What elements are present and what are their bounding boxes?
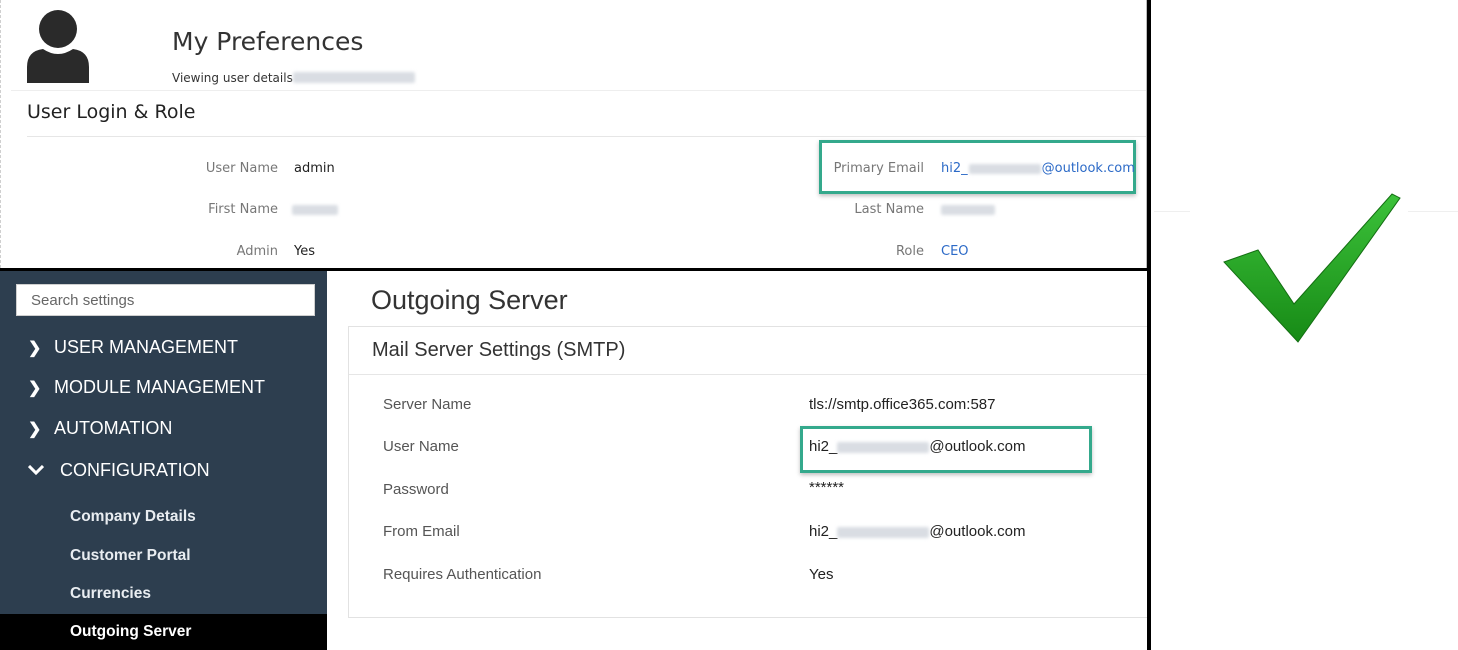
faint-divider [1408,211,1458,212]
chevron-right-icon: ❯ [28,339,42,357]
redacted-last-name [941,205,995,215]
nav-user-management[interactable]: ❯ USER MANAGEMENT [28,337,238,358]
server-name-label: Server Name [383,396,472,413]
chevron-down-icon [27,462,50,480]
server-name-value: tls://smtp.office365.com:587 [809,396,996,413]
sidebar-item-currencies[interactable]: Currencies [0,576,327,612]
requires-auth-label: Requires Authentication [383,566,542,583]
redacted-email [968,163,1041,174]
user-name-value: admin [294,161,335,176]
first-name-label: First Name [208,202,278,217]
sidebar-item-customer-portal[interactable]: Customer Portal [0,538,327,574]
last-name-label: Last Name [854,202,924,217]
smtp-user-name-label: User Name [383,438,459,455]
primary-email-value[interactable]: hi2_ @outlook.com [941,161,1135,176]
email-prefix: hi2_ [809,438,838,455]
preferences-panel: My Preferences Viewing user details User… [0,0,1149,268]
from-email-label: From Email [383,523,460,540]
nav-label: CONFIGURATION [60,460,210,480]
chevron-right-icon: ❯ [28,420,42,438]
redacted-email [837,526,930,538]
nav-configuration[interactable]: CONFIGURATION [27,460,210,481]
smtp-user-name-value: hi2_ @outlook.com [809,438,1025,455]
requires-auth-value: Yes [809,566,834,583]
email-suffix: @outlook.com [929,523,1026,540]
card-title: Mail Server Settings (SMTP) [372,339,626,361]
email-prefix: hi2_ [941,161,968,176]
role-label: Role [895,244,924,259]
redacted-first-name [292,205,338,215]
faint-divider [1154,211,1190,212]
outgoing-server-title: Outgoing Server [371,285,568,315]
sidebar-item-company-details[interactable]: Company Details [0,499,327,535]
redacted-email [837,441,930,453]
checkmark-icon [1223,193,1401,343]
outgoing-server-content: Outgoing Server Mail Server Settings (SM… [327,271,1148,650]
page-title: My Preferences [172,27,364,56]
nav-module-management[interactable]: ❯ MODULE MANAGEMENT [28,377,265,398]
settings-sidebar: ❯ USER MANAGEMENT ❯ MODULE MANAGEMENT ❯ … [0,271,327,650]
card-divider [349,374,1148,375]
chevron-right-icon: ❯ [28,379,42,397]
viewing-user-label: Viewing user details [172,71,293,85]
nav-label: USER MANAGEMENT [54,337,239,357]
email-suffix: @outlook.com [929,438,1026,455]
admin-value: Yes [294,244,315,259]
from-email-value: hi2_ @outlook.com [809,523,1025,540]
role-value[interactable]: CEO [941,244,969,259]
nav-automation[interactable]: ❯ AUTOMATION [28,418,172,439]
sidebar-item-outgoing-server[interactable]: Outgoing Server [0,614,327,650]
nav-label: MODULE MANAGEMENT [54,377,266,397]
email-prefix: hi2_ [809,523,838,540]
user-avatar-icon [27,10,89,83]
primary-email-label: Primary Email [833,161,924,176]
password-value: ****** [809,479,845,496]
password-label: Password [383,481,449,498]
panel-divider-vertical [1147,0,1151,650]
section-title: User Login & Role [27,101,196,123]
admin-label: Admin [236,244,278,259]
search-settings-input[interactable] [16,284,315,316]
redacted-user-name [293,72,415,83]
email-suffix: @outlook.com [1041,161,1135,176]
user-name-label: User Name [205,161,278,176]
smtp-settings-card: Mail Server Settings (SMTP) Server Name … [348,326,1148,618]
nav-label: AUTOMATION [54,418,173,438]
section-divider [27,136,1149,137]
